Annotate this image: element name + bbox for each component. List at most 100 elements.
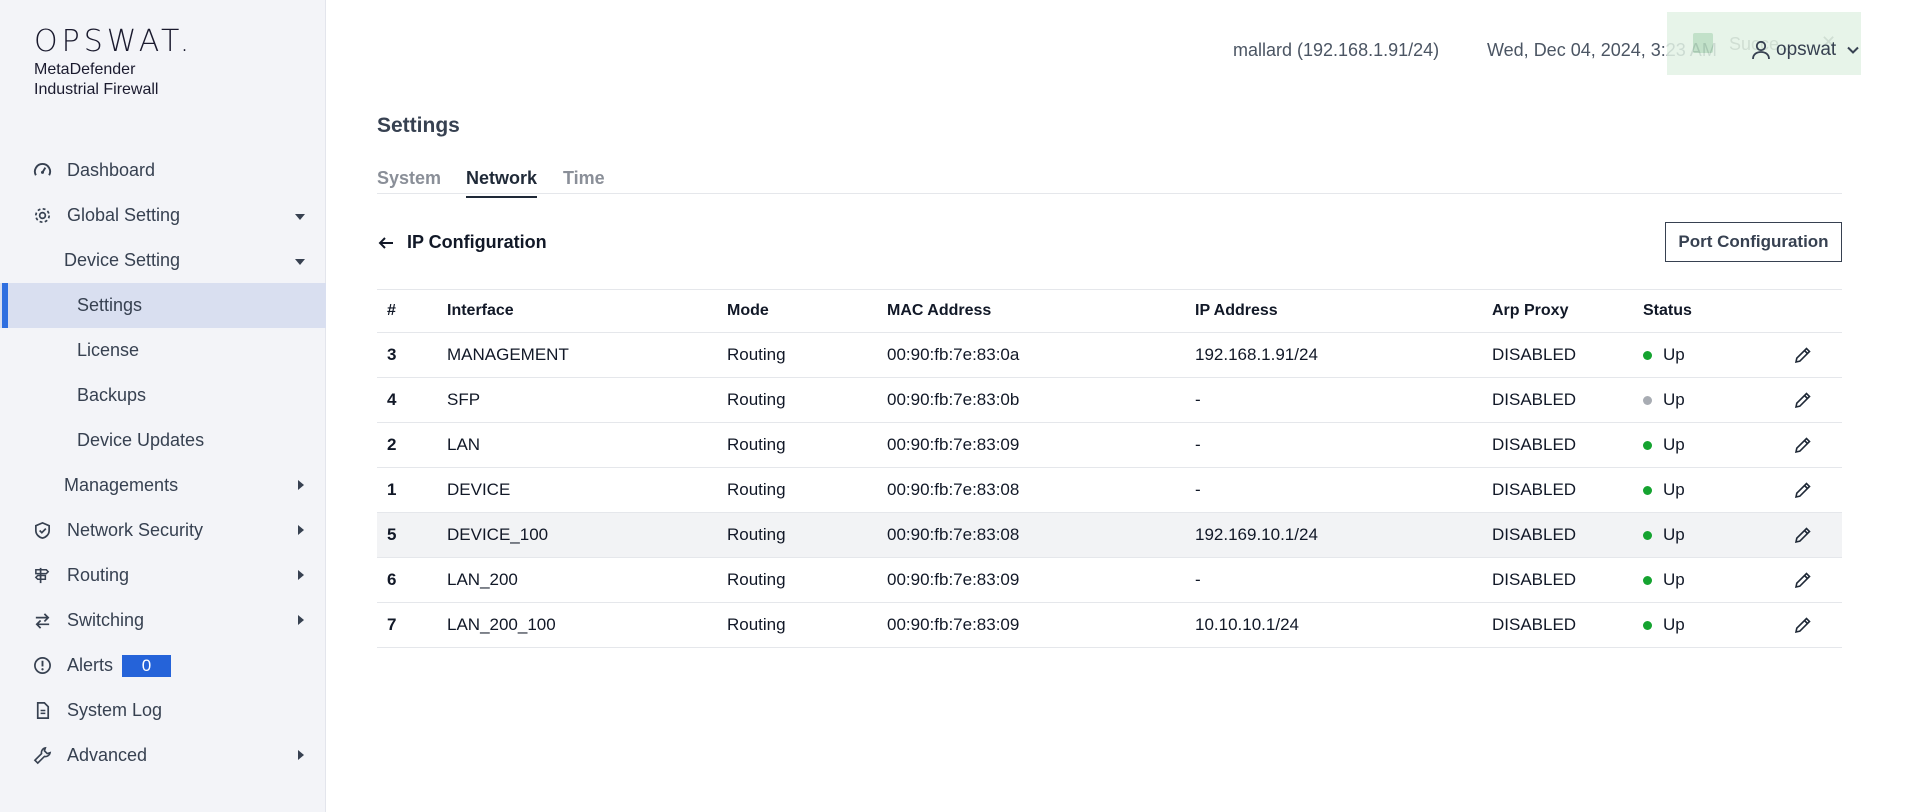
cell-mode: Routing — [727, 615, 786, 634]
sidebar-item-label: Advanced — [67, 745, 148, 765]
cell-arp: DISABLED — [1492, 570, 1577, 589]
table-header-row: # Interface Mode MAC Address IP Address … — [377, 290, 1842, 333]
status-dot-icon — [1643, 530, 1652, 540]
edit-icon[interactable] — [1793, 603, 1813, 647]
edit-icon[interactable] — [1793, 378, 1813, 422]
cell-iface: DEVICE_100 — [447, 525, 549, 544]
edit-icon[interactable] — [1793, 513, 1813, 557]
back-to-ip-configuration[interactable]: IP Configuration — [377, 232, 547, 253]
cell-mode: Routing — [727, 390, 786, 409]
sidebar-item-label: Global Setting — [67, 205, 181, 225]
sidebar-item-dashboard[interactable]: Dashboard — [0, 148, 326, 193]
column-header: Status — [1643, 302, 1692, 319]
cell-ip: - — [1195, 570, 1201, 589]
cell-num: 2 — [387, 435, 397, 454]
sidebar-item-label: Device Setting — [64, 250, 181, 270]
sidebar-item-system-log[interactable]: System Log — [0, 688, 326, 733]
cell-status: Up — [1643, 513, 1685, 557]
status-text: Up — [1663, 435, 1685, 454]
cell-mac: 00:90:fb:7e:83:08 — [887, 525, 1020, 544]
user-icon — [1752, 40, 1770, 60]
edit-icon[interactable] — [1793, 333, 1813, 377]
cell-mode: Routing — [727, 345, 786, 364]
sidebar-item-label: Settings — [77, 295, 143, 315]
sidebar-item-device-updates[interactable]: Device Updates — [0, 418, 326, 463]
cell-ip: 10.10.10.1/24 — [1195, 615, 1299, 634]
wrench-icon — [33, 746, 52, 765]
sidebar-nav: Dashboard Global Setting Device Setting … — [0, 148, 326, 778]
cell-arp: DISABLED — [1492, 525, 1577, 544]
tab-system[interactable]: System — [377, 168, 441, 189]
tab-time[interactable]: Time — [563, 168, 605, 189]
chevron-right-icon — [298, 615, 304, 625]
sidebar-item-advanced[interactable]: Advanced — [0, 733, 326, 778]
sidebar-item-global-setting[interactable]: Global Setting — [0, 193, 326, 238]
sidebar-item-settings[interactable]: Settings — [0, 283, 326, 328]
cell-iface: LAN_200_100 — [447, 615, 556, 634]
cell-ip: 192.169.10.1/24 — [1195, 525, 1318, 544]
table-row: 1 DEVICE Routing 00:90:fb:7e:83:08 - DISABLED… — [377, 468, 1842, 513]
status-text: Up — [1663, 525, 1685, 544]
status-dot-icon — [1643, 395, 1652, 405]
chevron-down-icon — [295, 214, 305, 220]
sidebar-item-switching[interactable]: Switching — [0, 598, 326, 643]
sidebar-item-alerts[interactable]: Alerts 0 — [0, 643, 326, 688]
sidebar-item-label: Alerts — [67, 655, 114, 675]
column-header: Interface — [447, 302, 514, 319]
cell-status: Up — [1643, 603, 1685, 647]
cell-num: 1 — [387, 480, 397, 499]
sidebar: OPSWAT. MetaDefender Industrial Firewall… — [0, 0, 326, 812]
switch-arrows-icon — [35, 613, 50, 629]
sidebar-item-label: Dashboard — [67, 160, 156, 180]
chevron-down-icon — [1847, 46, 1859, 54]
user-menu[interactable]: opswat — [1750, 36, 1860, 64]
status-text: Up — [1663, 390, 1685, 409]
cell-iface: LAN — [447, 435, 481, 454]
host-info: mallard (192.168.1.91/24) — [1233, 40, 1440, 60]
port-configuration-button[interactable]: Port Configuration — [1665, 222, 1842, 262]
sidebar-item-device-setting[interactable]: Device Setting — [0, 238, 326, 283]
sidebar-item-network-security[interactable]: Network Security — [0, 508, 326, 553]
cell-mode: Routing — [727, 435, 786, 454]
chevron-right-icon — [298, 480, 304, 490]
edit-icon[interactable] — [1793, 558, 1813, 602]
table-row: 4 SFP Routing 00:90:fb:7e:83:0b - DISABLED Up — [377, 378, 1842, 423]
column-header: # — [387, 302, 396, 319]
settings-tabs: System Network Time — [377, 168, 1842, 198]
cell-ip: - — [1195, 390, 1201, 409]
sidebar-item-label: Device Updates — [77, 430, 205, 450]
table-row: 7 LAN_200_100 Routing 00:90:fb:7e:83:09 10.1… — [377, 603, 1842, 648]
status-dot-icon — [1643, 575, 1652, 585]
cell-num: 4 — [387, 390, 397, 409]
product-name-line2: Industrial Firewall — [34, 81, 159, 98]
check-icon — [1693, 33, 1713, 53]
column-header: Arp Proxy — [1492, 302, 1569, 319]
sidebar-item-routing[interactable]: Routing — [0, 553, 326, 598]
sidebar-item-backups[interactable]: Backups — [0, 373, 326, 418]
cell-num: 6 — [387, 570, 397, 589]
table-row: 3 MANAGEMENT Routing 00:90:fb:7e:83:0a 192.1… — [377, 333, 1842, 378]
alerts-count-badge: 0 — [122, 655, 171, 677]
status-text: Up — [1663, 345, 1685, 364]
edit-icon[interactable] — [1793, 423, 1813, 467]
username: opswat — [1776, 39, 1837, 60]
shield-icon — [34, 521, 51, 539]
cell-num: 3 — [387, 345, 397, 364]
cell-mac: 00:90:fb:7e:83:0b — [887, 390, 1020, 409]
sidebar-item-label: Network Security — [67, 520, 204, 540]
ip-configuration-table: # Interface Mode MAC Address IP Address … — [377, 289, 1842, 648]
chevron-down-icon — [295, 259, 305, 265]
sidebar-item-label: System Log — [67, 700, 163, 720]
table-row: 5 DEVICE_100 Routing 00:90:fb:7e:83:08 192.1… — [377, 513, 1842, 558]
cell-mac: 00:90:fb:7e:83:09 — [887, 615, 1020, 634]
tab-network[interactable]: Network — [466, 168, 538, 198]
gear-icon — [34, 207, 51, 224]
sidebar-item-managements[interactable]: Managements — [0, 463, 326, 508]
edit-icon[interactable] — [1793, 468, 1813, 512]
sidebar-item-license[interactable]: License — [0, 328, 326, 373]
alert-icon — [34, 657, 51, 674]
cell-status: Up — [1643, 558, 1685, 602]
cell-iface: SFP — [447, 390, 481, 409]
status-dot-icon — [1643, 350, 1652, 360]
sidebar-item-label: Routing — [67, 565, 130, 585]
